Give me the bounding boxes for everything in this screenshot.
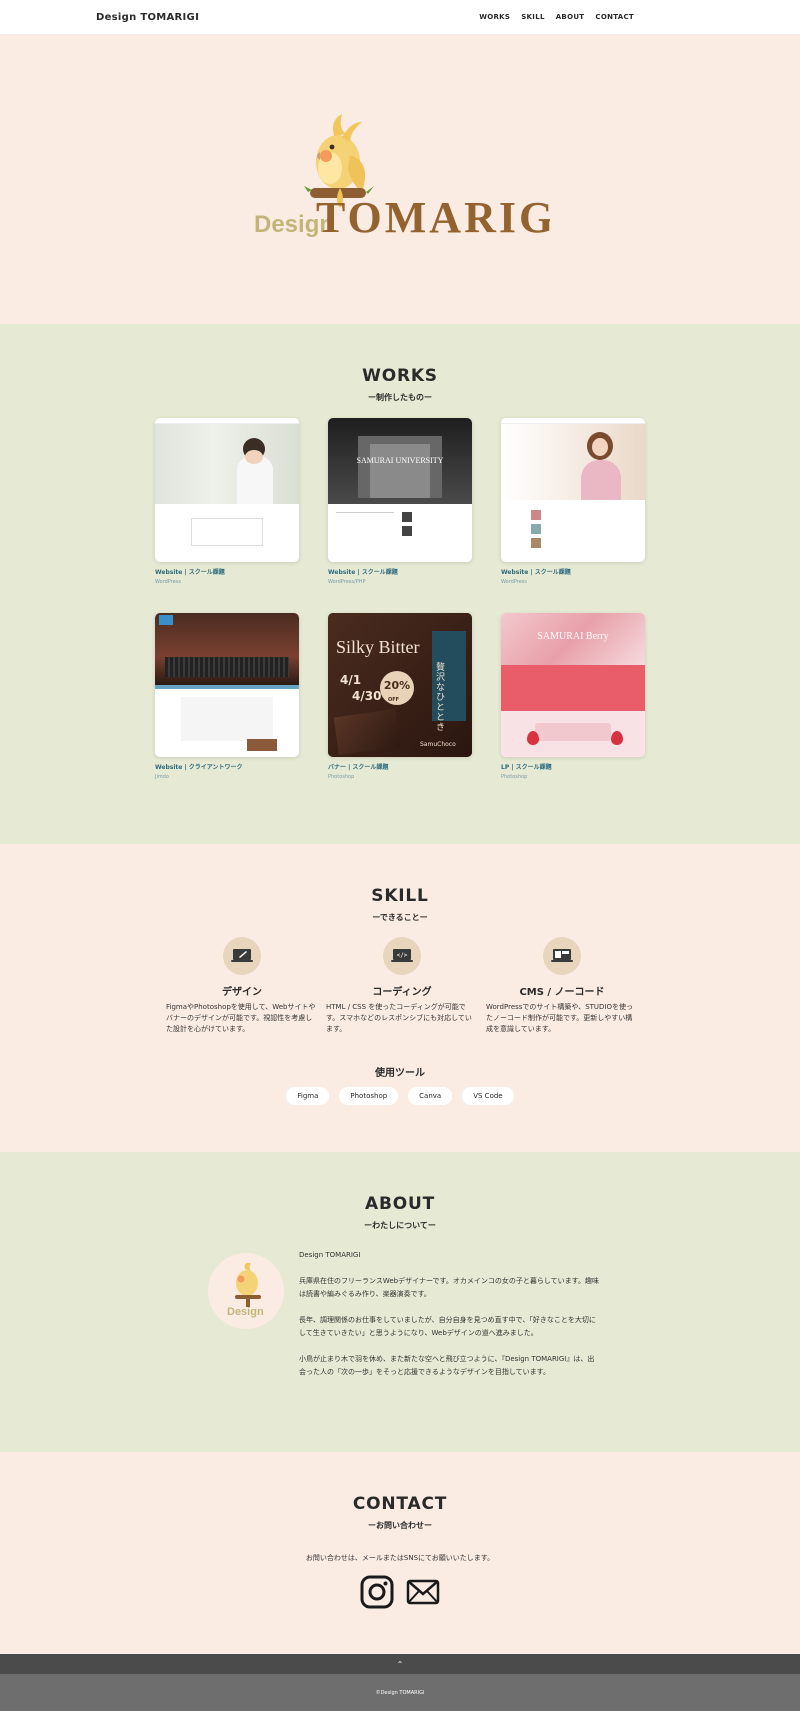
work-card[interactable]: Silky Bitter 4/1 4/30 20% OFF 贅沢なひととき Sa… — [328, 613, 472, 780]
contact-subtitle: ーお問い合わせー — [368, 1521, 432, 1530]
work-category: LP — [501, 764, 510, 771]
works-subtitle: ー制作したものー — [368, 393, 432, 402]
main-nav: WORKS SKILL ABOUT CONTACT — [479, 13, 634, 21]
svg-text:TOMARIGI: TOMARIGI — [316, 193, 550, 240]
contact-text: お問い合わせは、メールまたはSNSにてお願いいたします。 — [305, 1554, 495, 1562]
work-thumbnail[interactable]: SAMURAI Berry — [501, 613, 645, 757]
skill-desc: WordPressでのサイト構築や、STUDIOを使ったノーコード制作が可能です… — [486, 1003, 634, 1033]
tools-list: Figma Photoshop Canva VS Code — [0, 1087, 800, 1105]
work-tech: WordPress — [155, 579, 182, 585]
code-icon: </> — [383, 937, 421, 975]
about-section: ABOUT ーわたしについてー Design Design TOMARIGI 兵… — [0, 1152, 800, 1452]
thumb-banner-brand: SamuChoco — [420, 741, 456, 748]
nav-contact[interactable]: CONTACT — [595, 13, 634, 21]
work-label: スクール課題 — [188, 569, 225, 576]
skill-desc: HTML / CSS を使ったコーディングが可能です。スマホなどのレスポンシブに… — [326, 1003, 472, 1033]
thumb-lp-title: SAMURAI Berry — [537, 631, 609, 642]
about-subtitle: ーわたしについてー — [364, 1221, 436, 1230]
work-label: スクール課題 — [352, 764, 389, 771]
work-tech: Jimdo — [155, 774, 169, 780]
work-tech: Photoshop — [328, 774, 355, 780]
work-label: クライアントワーク — [188, 764, 243, 771]
nav-works[interactable]: WORKS — [479, 13, 510, 21]
work-label: スクール課題 — [361, 569, 398, 576]
thumb-banner-off: OFF — [388, 697, 400, 703]
about-body: Design Design TOMARIGI 兵庫県在住のフリーランスWebデザ… — [0, 1241, 800, 1441]
instagram-icon[interactable] — [360, 1575, 394, 1613]
tools-title: 使用ツール — [375, 1068, 425, 1079]
hero-section: Design TOMARIGI — [0, 34, 800, 324]
thumb-banner-date-end: 4/30 — [352, 689, 382, 703]
layout-icon — [543, 937, 581, 975]
back-to-top-button[interactable]: ⌃ — [0, 1654, 800, 1674]
about-paragraph: 兵庫県在住のフリーランスWebデザイナーです。オカメインコの女の子と暮らしていま… — [299, 1277, 599, 1298]
skill-subtitle: ーできることー — [372, 913, 428, 922]
laptop-pen-icon — [223, 937, 261, 975]
work-category: バナー — [328, 764, 347, 771]
contact-icons — [0, 1575, 800, 1613]
about-paragraph: 小鳥が止まり木で羽を休め、また新たな空へと飛び立つように、『Design TOM… — [299, 1355, 595, 1376]
skill-item-cms: CMS / ノーコード WordPressでのサイト構築や、STUDIOを使った… — [486, 937, 638, 1035]
works-grid: Website | スクール課題 WordPress SAMURAI UNIVE… — [0, 418, 800, 818]
tool-tag: Figma — [286, 1087, 330, 1105]
tool-tag: Photoshop — [339, 1087, 399, 1105]
work-card[interactable]: Website | クライアントワーク Jimdo — [155, 613, 299, 780]
skill-name: CMS / ノーコード — [519, 987, 605, 998]
skill-title: SKILL — [371, 886, 429, 906]
about-paragraph: 長年、調理関係のお仕事をしていましたが、自分自身を見つめ直す中で、「好きなことを… — [299, 1316, 596, 1337]
work-thumbnail[interactable] — [501, 418, 645, 562]
work-thumbnail[interactable] — [155, 613, 299, 757]
site-header: Design TOMARIGI WORKS SKILL ABOUT CONTAC… — [0, 0, 800, 34]
works-title: WORKS — [362, 366, 438, 386]
tool-tag: Canva — [408, 1087, 453, 1105]
hero-logo: Design TOMARIGI — [254, 114, 550, 240]
work-category: Website — [155, 764, 183, 771]
work-label: スクール課題 — [534, 569, 571, 576]
work-category: Website — [155, 569, 183, 576]
nav-skill[interactable]: SKILL — [521, 13, 545, 21]
skill-desc: FigmaやPhotoshopを使用して、Webサイトやバナーのデザインが可能で… — [166, 1003, 316, 1033]
site-footer: ©Design TOMARIGI — [0, 1674, 800, 1711]
thumb-banner-catch: 贅沢なひととき — [436, 663, 446, 733]
nav-about[interactable]: ABOUT — [556, 13, 585, 21]
contact-title: CONTACT — [352, 1494, 448, 1514]
work-tech: WordPress — [501, 579, 528, 585]
skill-name: デザイン — [222, 987, 262, 998]
skill-section: SKILL ーできることー デザイン FigmaやPhotoshopを使用して、… — [0, 844, 800, 1152]
avatar: Design — [208, 1253, 284, 1329]
work-thumbnail[interactable] — [155, 418, 299, 562]
site-title[interactable]: Design TOMARIGI — [96, 12, 199, 23]
about-name: Design TOMARIGI — [299, 1251, 361, 1259]
work-thumbnail[interactable]: SAMURAI UNIVERSITY — [328, 418, 472, 562]
about-title: ABOUT — [365, 1194, 435, 1214]
about-text: Design TOMARIGI 兵庫県在住のフリーランスWebデザイナーです。オ… — [299, 1249, 599, 1392]
work-card[interactable]: SAMURAI Berry LP | スクール課題 Photoshop — [501, 613, 645, 780]
work-card[interactable]: SAMURAI UNIVERSITY Website | スクール課題 Word… — [328, 418, 472, 585]
copyright: ©Design TOMARIGI — [375, 1689, 425, 1696]
work-card[interactable]: Website | スクール課題 WordPress — [155, 418, 299, 585]
work-tech: WordPress/PHP — [328, 579, 366, 585]
work-category: Website — [328, 569, 356, 576]
work-card[interactable]: Website | スクール課題 WordPress — [501, 418, 645, 585]
work-category: Website — [501, 569, 529, 576]
work-label: スクール課題 — [515, 764, 552, 771]
contact-section: CONTACT ーお問い合わせー お問い合わせは、メールまたはSNSにてお願いい… — [0, 1452, 800, 1654]
thumb-banner-date-start: 4/1 — [340, 673, 362, 687]
mail-icon[interactable] — [406, 1575, 440, 1613]
skill-item-coding: </> コーディング HTML / CSS を使ったコーディングが可能です。スマ… — [326, 937, 478, 1035]
skill-name: コーディング — [372, 987, 432, 998]
svg-text:</>: </> — [397, 952, 408, 959]
works-section: WORKS ー制作したものー Website | スクール課題 WordPres… — [0, 324, 800, 844]
thumb-title-text: SAMURAI UNIVERSITY — [356, 456, 444, 465]
tool-tag: VS Code — [462, 1087, 514, 1105]
work-tech: Photoshop — [501, 774, 528, 780]
thumb-banner-title: Silky Bitter — [336, 637, 420, 657]
skill-item-design: デザイン FigmaやPhotoshopを使用して、Webサイトやバナーのデザイ… — [166, 937, 318, 1035]
work-thumbnail[interactable]: Silky Bitter 4/1 4/30 20% OFF 贅沢なひととき Sa… — [328, 613, 472, 757]
svg-text:Design: Design — [227, 1306, 264, 1318]
skill-columns: デザイン FigmaやPhotoshopを使用して、Webサイトやバナーのデザイ… — [0, 937, 800, 1057]
